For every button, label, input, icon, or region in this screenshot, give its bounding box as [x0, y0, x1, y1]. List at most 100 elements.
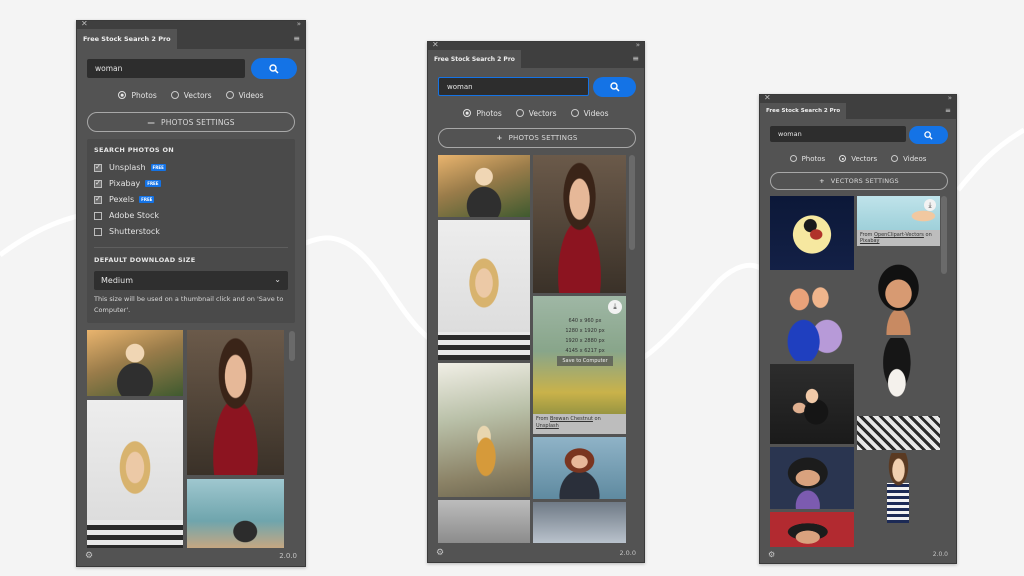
radio-dot[interactable]	[891, 155, 899, 162]
checkbox[interactable]: ✓	[94, 195, 102, 204]
size-option[interactable]: 640 x 960 px	[557, 316, 613, 326]
radio-dot[interactable]	[515, 109, 524, 117]
checkbox[interactable]: ✓	[94, 163, 102, 172]
result-thumbnail[interactable]	[533, 502, 626, 543]
radio-dot[interactable]	[463, 109, 472, 117]
result-thumbnail[interactable]	[770, 447, 854, 509]
result-thumbnail[interactable]	[438, 363, 530, 497]
result-thumbnail-hovered[interactable]: ⤓ 640 x 960 px 1280 x 1920 px 1920 x 288…	[533, 296, 626, 434]
radio-videos[interactable]: Videos	[570, 109, 609, 118]
search-button[interactable]	[909, 126, 948, 144]
source-row-pixabay[interactable]: ✓ Pixabay FREE	[94, 179, 161, 188]
panel-footer: ⚙ 2.0.0	[77, 548, 305, 566]
scrollbar[interactable]	[941, 196, 947, 274]
source-row-unsplash[interactable]: ✓ Unsplash FREE	[94, 163, 166, 172]
download-size-select[interactable]: Medium ⌄	[94, 271, 288, 290]
checkbox[interactable]: ✓	[94, 179, 102, 188]
menu-icon[interactable]: ≡	[945, 107, 951, 115]
result-thumbnail[interactable]	[533, 155, 626, 293]
search-input[interactable]: woman	[87, 59, 245, 78]
menu-icon[interactable]: ≡	[632, 55, 639, 63]
search-button[interactable]	[593, 77, 636, 97]
radio-label: Vectors	[851, 154, 878, 163]
search-input[interactable]: woman	[438, 77, 589, 96]
credit-site-link[interactable]: Unsplash	[536, 423, 559, 429]
chevron-down-icon: ⌄	[274, 275, 281, 284]
radio-vectors[interactable]: Vectors	[170, 90, 212, 100]
vectors-settings-button[interactable]: + VECTORS SETTINGS	[770, 172, 948, 190]
source-row-shutterstock[interactable]: Shutterstock	[94, 227, 160, 236]
radio-photos[interactable]: Photos	[789, 154, 826, 163]
version-label: 2.0.0	[619, 549, 636, 557]
search-input[interactable]: woman	[770, 126, 906, 142]
radio-dot[interactable]	[170, 91, 179, 99]
size-option[interactable]: 1280 x 1920 px	[557, 326, 613, 336]
result-thumbnail[interactable]	[533, 437, 626, 499]
panel-tab[interactable]: Free Stock Search 2 Pro	[428, 50, 521, 68]
source-row-pexels[interactable]: ✓ Pexels FREE	[94, 195, 155, 204]
radio-dot[interactable]	[570, 109, 579, 117]
radio-videos[interactable]: Videos	[891, 155, 926, 163]
radio-dot[interactable]	[789, 155, 797, 162]
source-label: Adobe Stock	[109, 211, 159, 220]
result-thumbnail[interactable]	[770, 196, 854, 270]
panel-titlebar: ✕ »	[77, 21, 305, 29]
radio-dot[interactable]	[839, 155, 847, 162]
panel-tab[interactable]: Free Stock Search 2 Pro	[77, 29, 177, 49]
panel-title: Free Stock Search 2 Pro	[83, 35, 171, 43]
radio-vectors[interactable]: Vectors	[515, 109, 557, 118]
result-thumbnail[interactable]	[87, 330, 183, 396]
size-option[interactable]: 1920 x 2880 px	[557, 336, 613, 346]
radio-dot[interactable]	[118, 91, 127, 99]
result-thumbnail[interactable]	[438, 155, 530, 217]
size-option[interactable]: 4145 x 6217 px	[557, 346, 613, 356]
result-thumbnail[interactable]	[770, 512, 854, 548]
search-button[interactable]	[251, 58, 297, 79]
credit-author-link[interactable]: Brewan Chestnut	[550, 416, 593, 422]
panel-tab[interactable]: Free Stock Search 2 Pro	[760, 103, 847, 119]
source-row-adobe-stock[interactable]: Adobe Stock	[94, 211, 159, 220]
panel-tab-row: Free Stock Search 2 Pro ≡	[428, 50, 644, 68]
radio-videos[interactable]: Videos	[225, 91, 264, 100]
result-thumbnail[interactable]	[857, 249, 940, 335]
result-thumbnail[interactable]	[438, 220, 530, 360]
download-icon[interactable]: ⤓	[924, 199, 936, 211]
photos-settings-button[interactable]: + PHOTOS SETTINGS	[438, 128, 636, 148]
credit-site-link[interactable]: Pixabay	[860, 238, 880, 244]
result-thumbnail[interactable]	[770, 273, 854, 361]
result-thumbnail[interactable]	[857, 453, 940, 548]
download-size-note: This size will be used on a thumbnail cl…	[94, 295, 284, 314]
photos-settings-button[interactable]: — PHOTOS SETTINGS	[87, 112, 295, 132]
credit-on: on	[925, 232, 932, 238]
credit-author-link[interactable]: OpenClipart-Vectors	[874, 232, 924, 238]
gear-icon[interactable]: ⚙	[85, 551, 93, 561]
results-grid	[87, 330, 287, 548]
menu-icon[interactable]: ≡	[293, 35, 300, 43]
radio-vectors[interactable]: Vectors	[839, 155, 877, 163]
scrollbar[interactable]	[629, 155, 635, 250]
radio-photos[interactable]: Photos	[463, 109, 502, 118]
gear-icon[interactable]: ⚙	[436, 548, 444, 558]
result-thumbnail[interactable]	[87, 400, 183, 548]
download-icon[interactable]: ⤓	[608, 300, 622, 314]
radio-label: Photos	[801, 154, 826, 163]
result-thumbnail[interactable]	[187, 479, 284, 548]
result-thumbnail[interactable]	[438, 500, 530, 543]
result-thumbnail[interactable]	[857, 338, 940, 450]
free-badge: FREE	[150, 164, 166, 171]
result-thumbnail[interactable]	[770, 364, 854, 444]
vector-credit: From OpenClipart-Vectors on Pixabay	[857, 230, 940, 246]
plugin-panel-photos-settings: ✕ » Free Stock Search 2 Pro ≡ woman Phot…	[76, 20, 306, 567]
checkbox[interactable]	[94, 211, 102, 220]
result-thumbnail[interactable]	[187, 330, 284, 475]
gear-icon[interactable]: ⚙	[768, 550, 775, 559]
source-label: Unsplash	[109, 163, 146, 172]
radio-photos[interactable]: Photos	[118, 91, 157, 100]
result-thumbnail-hovered[interactable]: ⤓ From OpenClipart-Vectors on Pixabay	[857, 196, 940, 246]
checkbox[interactable]	[94, 227, 102, 236]
save-to-computer-option[interactable]: Save to Computer	[557, 356, 613, 366]
download-size-value: Medium	[101, 276, 133, 285]
scrollbar[interactable]	[289, 331, 295, 361]
radio-dot[interactable]	[225, 91, 234, 99]
radio-label: Vectors	[183, 90, 212, 100]
